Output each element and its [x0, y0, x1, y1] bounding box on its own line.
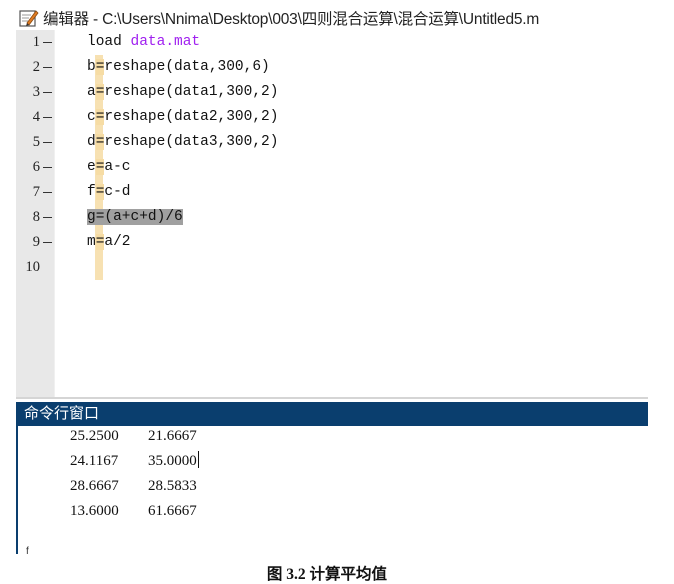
- code-token: d: [87, 134, 96, 150]
- line-number-label: 8: [32, 209, 40, 225]
- text-cursor: [197, 451, 199, 468]
- output-value: 61.6667: [148, 503, 197, 519]
- output-value: 28.5833: [148, 478, 197, 494]
- line-number-label: 9: [32, 234, 40, 250]
- output-value: 25.2500: [70, 428, 119, 444]
- code-line[interactable]: c=reshape(data2,300,2): [87, 105, 278, 130]
- command-window[interactable]: f 25.2500 21.6667 24.1167 35.0000 28.6667 28.…: [16, 424, 648, 557]
- code-token: c-d: [104, 184, 131, 200]
- line-number-label: 5: [32, 134, 40, 150]
- code-token: data.mat: [130, 34, 201, 50]
- output-value: 24.1167: [70, 453, 119, 469]
- code-token: e: [87, 159, 96, 175]
- output-row: 13.6000 61.6667: [70, 499, 197, 524]
- breakpoint-dash-icon[interactable]: [43, 217, 52, 219]
- code-token: reshape(data3,300,2): [104, 134, 279, 150]
- code-token: a-c: [104, 159, 131, 175]
- line-number: 4: [16, 105, 54, 130]
- breakpoint-dash-icon[interactable]: [43, 42, 52, 44]
- line-number: 3: [16, 80, 54, 105]
- output-value: 28.6667: [70, 478, 119, 494]
- command-window-title: 命令行窗口: [24, 405, 100, 422]
- code-line[interactable]: b=reshape(data,300,6): [87, 55, 270, 80]
- line-number: 5: [16, 130, 54, 155]
- output-row: 28.6667 28.5833: [70, 474, 197, 499]
- code-token: reshape(data1,300,2): [104, 84, 279, 100]
- breakpoint-dash-icon[interactable]: [43, 92, 52, 94]
- code-token: reshape(data2,300,2): [104, 109, 279, 125]
- code-line[interactable]: g=(a+c+d)/6: [87, 205, 183, 230]
- line-number: 6: [16, 155, 54, 180]
- line-number: 9: [16, 230, 54, 255]
- line-number-gutter: 1 2 3 4 5 6 7 8 9 10: [16, 30, 54, 398]
- code-editor[interactable]: 1 2 3 4 5 6 7 8 9 10 load data.mat b=reshape(data,…: [16, 30, 648, 398]
- breakpoint-dash-icon[interactable]: [43, 142, 52, 144]
- line-number: 1: [16, 30, 54, 55]
- command-window-header: 命令行窗口: [16, 402, 648, 426]
- line-number-label: 3: [32, 84, 40, 100]
- output-value: 35.0000: [148, 453, 197, 469]
- breakpoint-dash-icon[interactable]: [43, 167, 52, 169]
- editor-divider[interactable]: [16, 397, 648, 399]
- code-token: c: [87, 109, 96, 125]
- figure-caption: 图 3.2 计算平均值: [266, 566, 388, 583]
- output-value: 21.6667: [148, 428, 197, 444]
- line-number: 10: [16, 255, 54, 280]
- breakpoint-dash-icon[interactable]: [43, 117, 52, 119]
- edit-pencil-icon: [19, 10, 39, 27]
- code-line[interactable]: a=reshape(data1,300,2): [87, 80, 278, 105]
- code-token: a/2: [104, 234, 131, 250]
- code-token: m: [87, 234, 96, 250]
- line-number: 7: [16, 180, 54, 205]
- code-line[interactable]: e=a-c: [87, 155, 131, 180]
- code-line[interactable]: load data.mat: [87, 30, 200, 55]
- line-number-label: 2: [32, 59, 40, 75]
- code-token: b: [87, 59, 96, 75]
- line-number-label: 6: [32, 159, 40, 175]
- window-title: 编辑器 - C:\Users\Nnima\Desktop\003\四则混合运算\…: [43, 11, 540, 28]
- code-line[interactable]: d=reshape(data3,300,2): [87, 130, 278, 155]
- code-token: f: [87, 184, 96, 200]
- output-value: 13.6000: [70, 503, 119, 519]
- line-number: 2: [16, 55, 54, 80]
- line-number-label: 4: [32, 109, 40, 125]
- code-token: load: [87, 34, 131, 50]
- breakpoint-dash-icon[interactable]: [43, 242, 52, 244]
- code-line[interactable]: m=a/2: [87, 230, 131, 255]
- line-number: 8: [16, 205, 54, 230]
- code-token: g=(a+c+d)/6: [87, 209, 183, 225]
- code-line[interactable]: f=c-d: [87, 180, 131, 205]
- code-token: a: [87, 84, 96, 100]
- command-prompt: f: [26, 546, 29, 557]
- output-row: 25.2500 21.6667: [70, 424, 197, 449]
- breakpoint-dash-icon[interactable]: [43, 192, 52, 194]
- line-number-label: 1: [32, 34, 40, 50]
- line-number-label: 10: [25, 259, 41, 275]
- code-token: reshape(data,300,6): [104, 59, 270, 75]
- breakpoint-dash-icon[interactable]: [43, 67, 52, 69]
- editor-margin: [54, 30, 55, 398]
- editor-titlebar: 编辑器 - C:\Users\Nnima\Desktop\003\四则混合运算\…: [16, 6, 648, 30]
- output-row: 24.1167 35.0000: [70, 449, 199, 474]
- line-number-label: 7: [32, 184, 40, 200]
